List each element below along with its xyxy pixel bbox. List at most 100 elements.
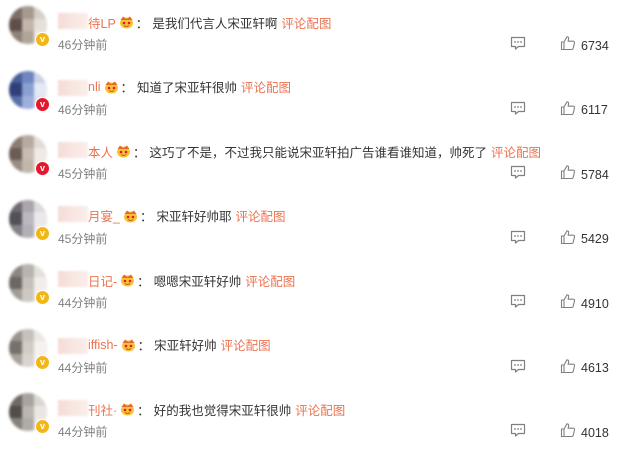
avatar[interactable]: v bbox=[9, 264, 50, 305]
thumbs-up-icon bbox=[560, 229, 576, 250]
avatar-pixel bbox=[9, 31, 22, 44]
thumbs-up-icon bbox=[560, 293, 576, 314]
avatar-pixel bbox=[21, 405, 35, 419]
avatar-pixel bbox=[9, 160, 22, 173]
like-button[interactable]: 6117 bbox=[560, 100, 608, 121]
avatar-pixel bbox=[21, 31, 35, 44]
like-count: 4910 bbox=[581, 296, 609, 311]
avatar-pixel bbox=[9, 199, 22, 213]
comment-row: v nli ： 知道了宋亚轩很帅 评论配图 46分钟前 6117 bbox=[0, 70, 640, 135]
username[interactable]: nli bbox=[58, 79, 101, 96]
like-count: 4018 bbox=[581, 425, 609, 440]
comment-image-link[interactable]: 评论配图 bbox=[491, 142, 541, 161]
verified-badge-icon: v bbox=[35, 32, 50, 47]
comment-time: 44分钟前 bbox=[58, 425, 108, 439]
avatar[interactable]: v bbox=[9, 328, 50, 370]
thumbs-up-icon bbox=[560, 100, 576, 121]
avatar-pixel bbox=[34, 6, 47, 19]
reply-icon[interactable] bbox=[510, 229, 526, 245]
avatar-pixel bbox=[21, 135, 35, 148]
avatar-pixel bbox=[34, 276, 47, 290]
like-count: 6117 bbox=[581, 103, 608, 117]
comment-image-link[interactable]: 评论配图 bbox=[281, 13, 331, 32]
avatar[interactable]: v bbox=[9, 393, 50, 434]
avatar-pixel bbox=[34, 264, 47, 277]
fan-crown-icon bbox=[120, 402, 135, 416]
avatar-pixel bbox=[21, 224, 35, 238]
username-mosaic bbox=[58, 12, 88, 29]
comment-time: 46分钟前 bbox=[58, 38, 108, 52]
comment-row: v 刊社· ： 好的我也觉得宋亚轩很帅 评论配图 44分钟前 4018 bbox=[0, 393, 640, 457]
comment-text: 嗯嗯宋亚轩好帅 bbox=[153, 274, 242, 289]
reply-icon[interactable] bbox=[510, 358, 526, 374]
like-button[interactable]: 4910 bbox=[560, 293, 609, 314]
comment-time: 44分钟前 bbox=[58, 296, 108, 310]
comment-image-link[interactable]: 评论配图 bbox=[245, 271, 295, 290]
username-mosaic bbox=[58, 79, 88, 96]
colon-separator: ： bbox=[139, 210, 153, 224]
comment-image-link[interactable]: 评论配图 bbox=[241, 77, 291, 96]
colon-separator: ： bbox=[135, 16, 149, 31]
username[interactable]: iffish- bbox=[58, 337, 118, 354]
username-mosaic bbox=[58, 141, 88, 158]
reply-icon[interactable] bbox=[510, 422, 526, 438]
like-button[interactable]: 5429 bbox=[560, 229, 609, 250]
comment-image-link[interactable]: 评论配图 bbox=[235, 206, 285, 225]
reply-icon[interactable] bbox=[510, 293, 526, 309]
comment-line: nli ： 知道了宋亚轩很帅 评论配图 bbox=[58, 78, 291, 96]
avatar-pixel bbox=[9, 95, 22, 109]
comment-row: v 待LP ： 是我们代言人宋亚轩啊 评论配图 46分钟前 6734 bbox=[0, 6, 640, 70]
like-button[interactable]: 4613 bbox=[560, 358, 609, 379]
username[interactable]: 月宴_ bbox=[58, 206, 120, 225]
colon-separator: ： bbox=[120, 81, 134, 95]
avatar-pixel bbox=[9, 405, 22, 419]
username[interactable]: 待LP bbox=[58, 12, 116, 32]
avatar-pixel bbox=[21, 160, 35, 173]
avatar-pixel bbox=[9, 341, 22, 354]
comment-line: 日记- ： 嗯嗯宋亚轩好帅 评论配图 bbox=[58, 270, 295, 290]
avatar-pixel bbox=[34, 70, 47, 84]
avatar-pixel bbox=[21, 95, 35, 109]
avatar-pixel bbox=[34, 135, 47, 148]
avatar-pixel bbox=[21, 199, 35, 213]
comment-text: 好的我也觉得宋亚轩很帅 bbox=[153, 403, 292, 418]
username-mosaic bbox=[58, 337, 88, 354]
reply-icon[interactable] bbox=[510, 164, 526, 180]
avatar-pixel bbox=[9, 224, 22, 238]
avatar-pixel bbox=[9, 418, 22, 431]
avatar-pixel bbox=[9, 212, 22, 225]
avatar[interactable]: v bbox=[9, 199, 50, 241]
username[interactable]: 刊社· bbox=[58, 399, 117, 419]
username[interactable]: 日记- bbox=[58, 270, 117, 290]
like-button[interactable]: 5784 bbox=[560, 164, 609, 185]
avatar-pixel bbox=[9, 353, 22, 367]
like-button[interactable]: 4018 bbox=[560, 422, 609, 443]
avatar[interactable]: v bbox=[9, 135, 50, 176]
avatar-pixel bbox=[21, 70, 35, 84]
avatar-pixel bbox=[9, 70, 22, 84]
like-count: 5784 bbox=[581, 167, 609, 182]
avatar-pixel bbox=[34, 83, 47, 96]
comment-image-link[interactable]: 评论配图 bbox=[221, 335, 271, 354]
fan-crown-icon bbox=[121, 338, 136, 352]
avatar[interactable]: v bbox=[9, 70, 50, 112]
avatar-pixel bbox=[21, 418, 35, 431]
username[interactable]: 本人 bbox=[58, 141, 113, 161]
like-button[interactable]: 6734 bbox=[560, 35, 609, 56]
comment-text: 这巧了不是，不过我只能说宋亚轩拍广告谁看谁知道，帅死了 bbox=[149, 145, 488, 160]
verified-badge-icon: v bbox=[35, 161, 50, 176]
reply-icon[interactable] bbox=[510, 100, 526, 116]
comment-text: 是我们代言人宋亚轩啊 bbox=[152, 16, 278, 31]
reply-icon[interactable] bbox=[510, 35, 526, 51]
avatar-pixel bbox=[9, 328, 22, 342]
avatar-pixel bbox=[21, 83, 35, 96]
fan-crown-icon bbox=[104, 80, 119, 94]
comment-text: 宋亚轩好帅耶 bbox=[156, 210, 232, 224]
username-mosaic bbox=[58, 399, 88, 416]
colon-separator: ： bbox=[133, 145, 146, 160]
like-count: 5429 bbox=[581, 232, 609, 246]
avatar-pixel bbox=[34, 328, 47, 342]
comment-image-link[interactable]: 评论配图 bbox=[295, 400, 345, 419]
avatar-pixel bbox=[9, 135, 22, 148]
avatar[interactable]: v bbox=[9, 6, 50, 47]
